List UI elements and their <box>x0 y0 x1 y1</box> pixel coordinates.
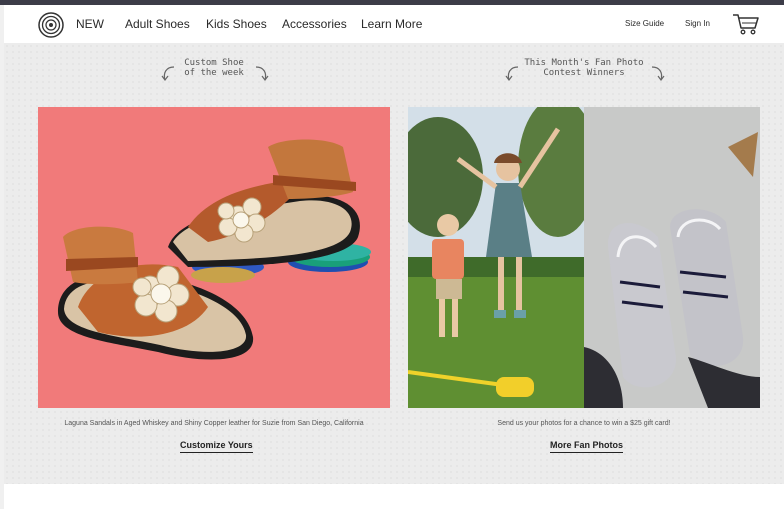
fan-photos-illustration <box>393 97 760 408</box>
custom-shoe-tag-line1: Custom Shoe <box>184 58 244 68</box>
nav-new[interactable]: NEW <box>76 17 104 31</box>
sandals-caption: Laguna Sandals in Aged Whiskey and Shiny… <box>64 420 364 427</box>
sandals-illustration <box>38 107 390 408</box>
nav-kids-shoes[interactable]: Kids Shoes <box>206 17 267 31</box>
featured-section: Custom Shoe of the week This Month's Fan… <box>4 43 784 484</box>
fan-photo-tag: This Month's Fan Photo Contest Winners <box>519 58 649 78</box>
curved-arrow-right-icon <box>651 66 665 81</box>
nav-accessories[interactable]: Accessories <box>282 17 347 31</box>
fan-photos[interactable] <box>393 97 760 408</box>
custom-shoe-tag-line2: of the week <box>184 68 244 78</box>
fan-photo-tag-line1: This Month's Fan Photo <box>524 58 644 68</box>
curved-arrow-right-icon <box>255 66 269 81</box>
fan-photo-caption: Send us your photos for a chance to win … <box>497 420 671 427</box>
sandals-photo[interactable] <box>38 107 390 408</box>
page-footer-area <box>4 484 784 509</box>
custom-shoe-tag: Custom Shoe of the week <box>174 58 254 78</box>
more-fan-photos-link[interactable]: More Fan Photos <box>550 440 624 453</box>
spiral-logo-icon[interactable] <box>38 12 64 38</box>
size-guide-link[interactable]: Size Guide <box>625 19 664 28</box>
shopping-cart-icon[interactable] <box>732 12 760 36</box>
site-header: NEW Adult Shoes Kids Shoes Accessories L… <box>4 5 784 43</box>
fan-photo-tag-line2: Contest Winners <box>543 68 625 78</box>
nav-learn-more[interactable]: Learn More <box>361 17 422 31</box>
customize-yours-link[interactable]: Customize Yours <box>180 440 253 453</box>
nav-adult-shoes[interactable]: Adult Shoes <box>125 17 190 31</box>
sign-in-link[interactable]: Sign In <box>685 19 710 28</box>
